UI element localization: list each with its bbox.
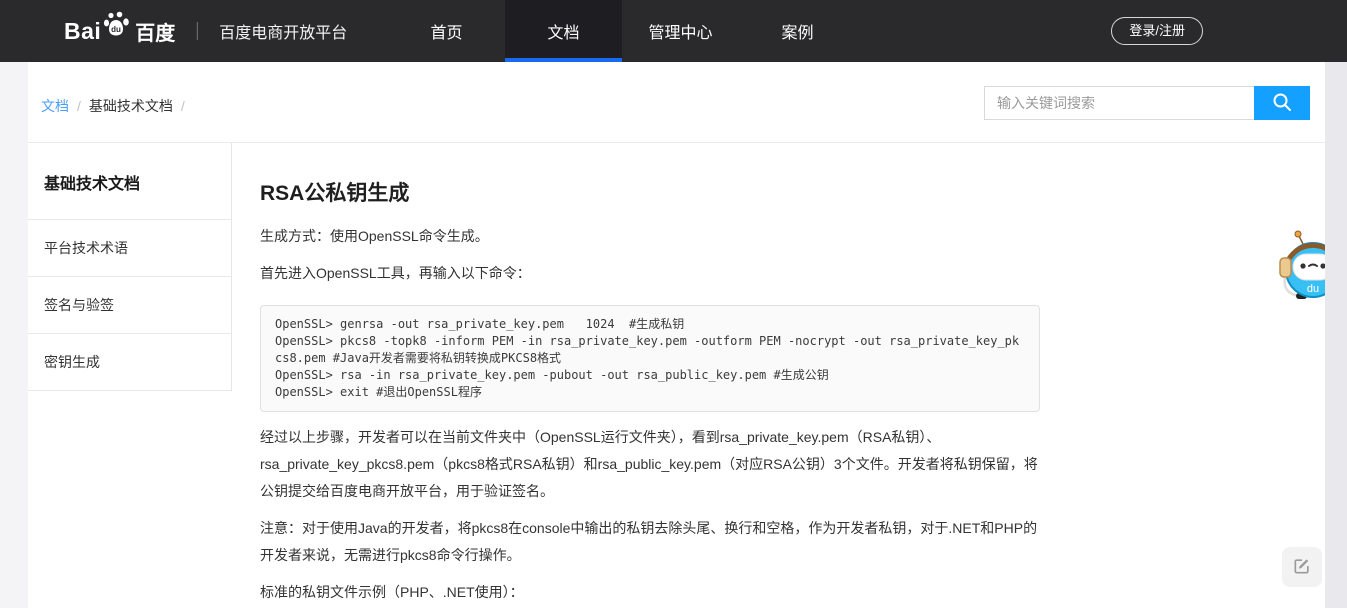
product-name: 百度电商开放平台 xyxy=(219,19,347,43)
breadcrumb: 文档 / 基础技术文档 / xyxy=(41,96,185,116)
logo-text-cn: 百度 xyxy=(135,17,175,46)
breadcrumb-separator: / xyxy=(181,98,185,114)
search-box xyxy=(984,86,1310,120)
paragraph-java-note: 注意：对于使用Java的开发者，将pkcs8在console中输出的私钥去除头尾… xyxy=(260,515,1040,569)
breadcrumb-separator: / xyxy=(77,98,81,114)
paragraph-openssl-intro: 首先进入OpenSSL工具，再输入以下命令： xyxy=(260,260,1040,287)
panel-body: 基础技术文档 平台技术术语 签名与验签 密钥生成 RSA公私钥生成 生成方式：使… xyxy=(28,143,1325,608)
login-register-button[interactable]: 登录/注册 xyxy=(1111,17,1203,45)
breadcrumb-bar: 文档 / 基础技术文档 / xyxy=(28,62,1325,143)
nav-tab-home[interactable]: 首页 xyxy=(388,0,505,62)
feedback-edit-button[interactable] xyxy=(1282,547,1322,587)
sidebar-item-keygen[interactable]: 密钥生成 xyxy=(28,334,231,391)
mascot-du-label: du xyxy=(1307,283,1319,295)
nav-tab-cases[interactable]: 案例 xyxy=(739,0,856,62)
breadcrumb-current: 基础技术文档 xyxy=(89,96,173,116)
content-panel: 文档 / 基础技术文档 / 基础技术文档 平台技术术语 签名与验签 密钥生成 xyxy=(28,62,1325,608)
logo-divider: ｜ xyxy=(188,18,206,44)
main-nav-tabs: 首页 文档 管理中心 案例 xyxy=(388,0,856,62)
sidebar-item-signature[interactable]: 签名与验签 xyxy=(28,277,231,334)
sidebar-title-basic-docs[interactable]: 基础技术文档 xyxy=(28,143,231,220)
scrollbar-track[interactable] xyxy=(1325,62,1347,608)
sidebar-item-terms[interactable]: 平台技术术语 xyxy=(28,220,231,277)
paragraph-gen-method: 生成方式：使用OpenSSL命令生成。 xyxy=(260,223,1040,250)
paragraph-key-example-label: 标准的私钥文件示例（PHP、.NET使用）： xyxy=(260,579,1040,606)
svg-text:du: du xyxy=(111,25,121,34)
logo-text-bai: Bai xyxy=(64,18,101,45)
paragraph-steps-result: 经过以上步骤，开发者可以在当前文件夹中（OpenSSL运行文件夹），看到rsa_… xyxy=(260,424,1040,505)
nav-tab-console[interactable]: 管理中心 xyxy=(622,0,739,62)
edit-pencil-icon xyxy=(1292,556,1312,579)
code-block-openssl-commands: OpenSSL> genrsa -out rsa_private_key.pem… xyxy=(260,305,1040,412)
top-navbar: Bai du 百度 ｜ 百度电商开放平台 首页 文档 管理中心 案例 登录/注册 xyxy=(0,0,1347,62)
nav-tab-docs[interactable]: 文档 xyxy=(505,0,622,62)
baidu-logo[interactable]: Bai du 百度 ｜ 百度电商开放平台 xyxy=(64,0,347,62)
article: RSA公私钥生成 生成方式：使用OpenSSL命令生成。 首先进入OpenSSL… xyxy=(232,143,1040,608)
baidu-paw-icon: du xyxy=(102,10,132,45)
search-input[interactable] xyxy=(984,86,1254,120)
docs-sidebar: 基础技术文档 平台技术术语 签名与验签 密钥生成 xyxy=(28,143,232,391)
page-title: RSA公私钥生成 xyxy=(260,177,1040,207)
breadcrumb-link-docs[interactable]: 文档 xyxy=(41,96,69,116)
search-icon xyxy=(1271,91,1293,116)
search-button[interactable] xyxy=(1254,86,1310,120)
